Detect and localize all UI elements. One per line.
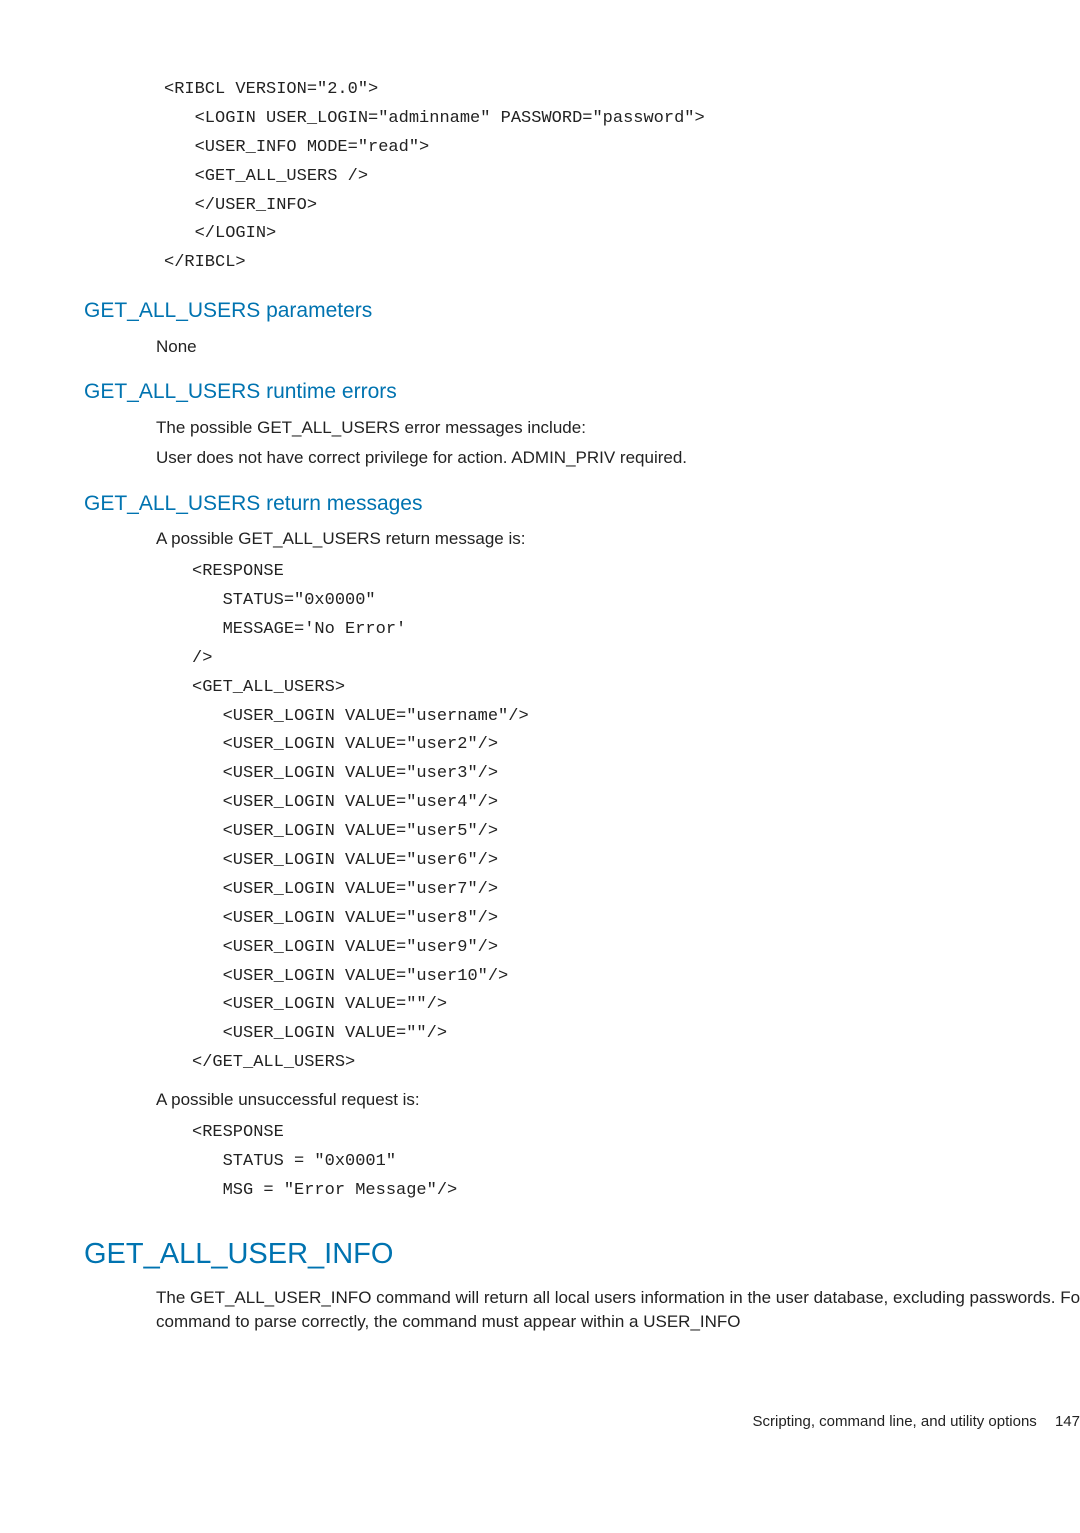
allinfo-body: The GET_ALL_USER_INFO command will retur… <box>156 1286 1080 1335</box>
code-return-success: <RESPONSE STATUS="0x0000" MESSAGE='No Er… <box>192 558 1080 1078</box>
runtime-line1: The possible GET_ALL_USERS error message… <box>156 416 1080 441</box>
heading-get-all-user-info: GET_ALL_USER_INFO <box>84 1233 1080 1275</box>
footer-label: Scripting, command line, and utility opt… <box>752 1413 1036 1430</box>
return-fail-intro: A possible unsuccessful request is: <box>156 1088 1080 1113</box>
heading-get-all-users-runtime-errors: GET_ALL_USERS runtime errors <box>84 377 1080 407</box>
code-ribcl-example: <RIBCL VERSION="2.0"> <LOGIN USER_LOGIN=… <box>164 76 1080 278</box>
runtime-line2: User does not have correct privilege for… <box>156 446 1080 471</box>
params-body: None <box>156 335 1080 360</box>
page-footer: Scripting, command line, and utility opt… <box>752 1411 1080 1433</box>
code-return-fail: <RESPONSE STATUS = "0x0001" MSG = "Error… <box>192 1119 1080 1206</box>
footer-page-number: 147 <box>1055 1413 1080 1430</box>
heading-get-all-users-parameters: GET_ALL_USERS parameters <box>84 296 1080 326</box>
return-intro: A possible GET_ALL_USERS return message … <box>156 527 1080 552</box>
heading-get-all-users-return-messages: GET_ALL_USERS return messages <box>84 489 1080 519</box>
